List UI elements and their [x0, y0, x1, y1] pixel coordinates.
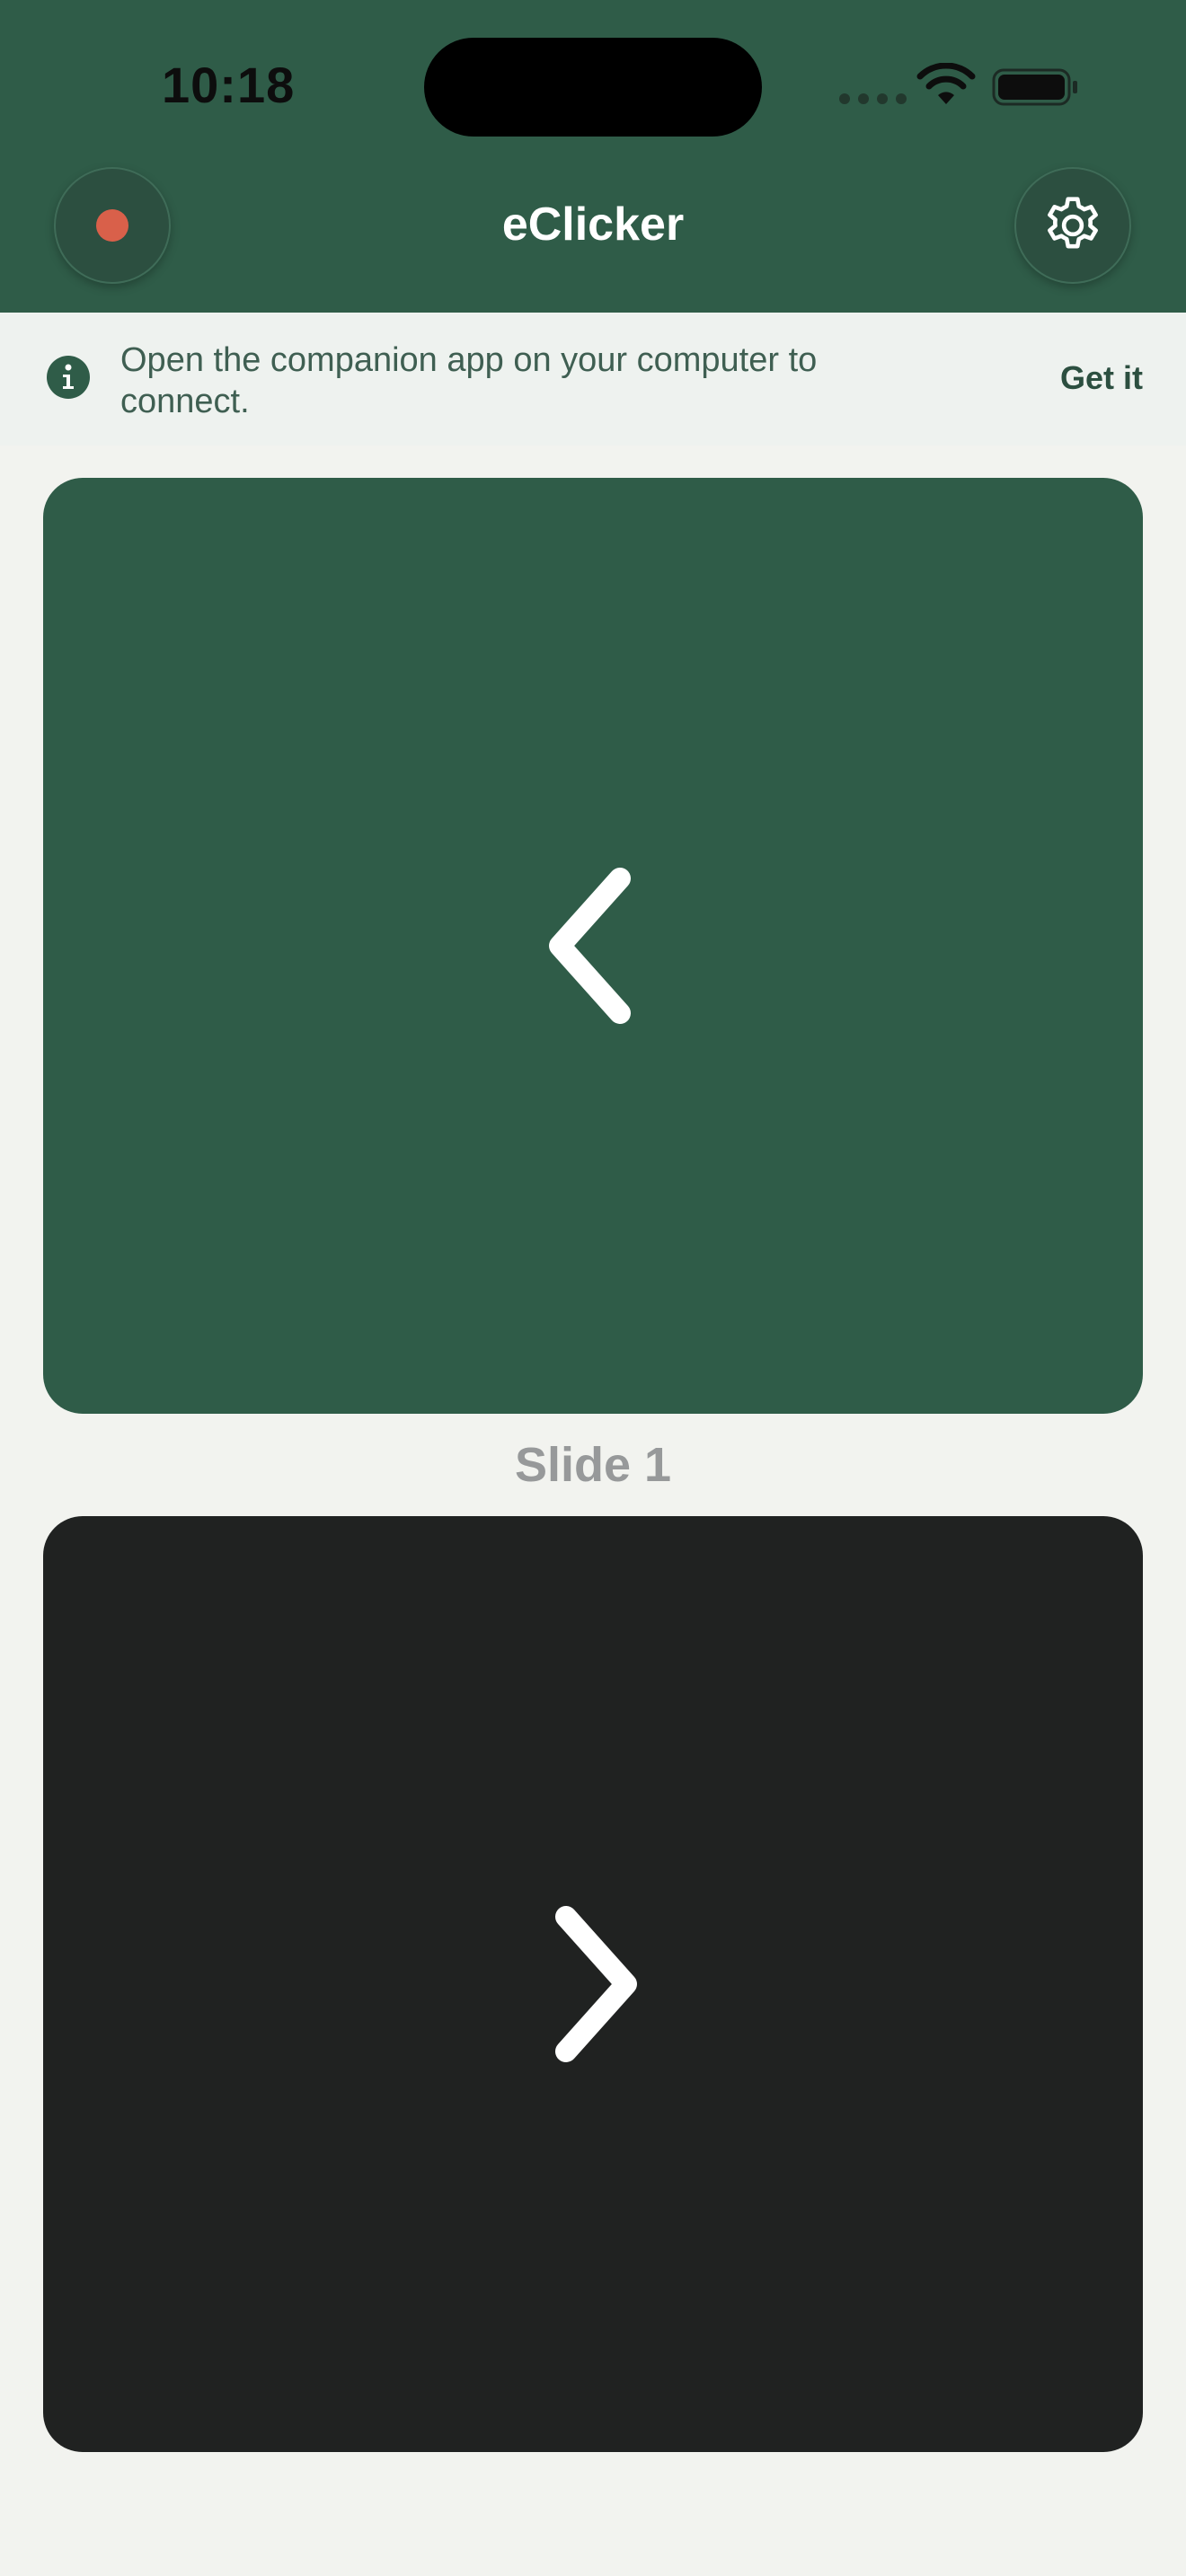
app-header: 10:18 eClicker	[0, 0, 1186, 313]
banner-message: Open the companion app on your computer …	[120, 341, 818, 420]
settings-button[interactable]	[1014, 167, 1131, 284]
previous-slide-button[interactable]	[43, 478, 1143, 1414]
chevron-right-icon	[555, 1906, 637, 2062]
status-time: 10:18	[162, 57, 296, 113]
app-title: eClicker	[501, 198, 685, 251]
slide-indicator: Slide 1	[514, 1438, 672, 1492]
info-icon	[47, 356, 90, 399]
dynamic-island	[424, 38, 762, 137]
gear-icon	[1048, 197, 1098, 249]
next-slide-button[interactable]	[43, 1516, 1143, 2452]
get-it-link[interactable]: Get it	[1060, 359, 1143, 397]
cellular-signal-icon	[839, 93, 907, 104]
battery-icon	[992, 68, 1077, 106]
wifi-icon	[916, 63, 976, 104]
chevron-left-icon	[549, 868, 631, 1024]
connection-banner: Open the companion app on your computer …	[0, 313, 1186, 446]
